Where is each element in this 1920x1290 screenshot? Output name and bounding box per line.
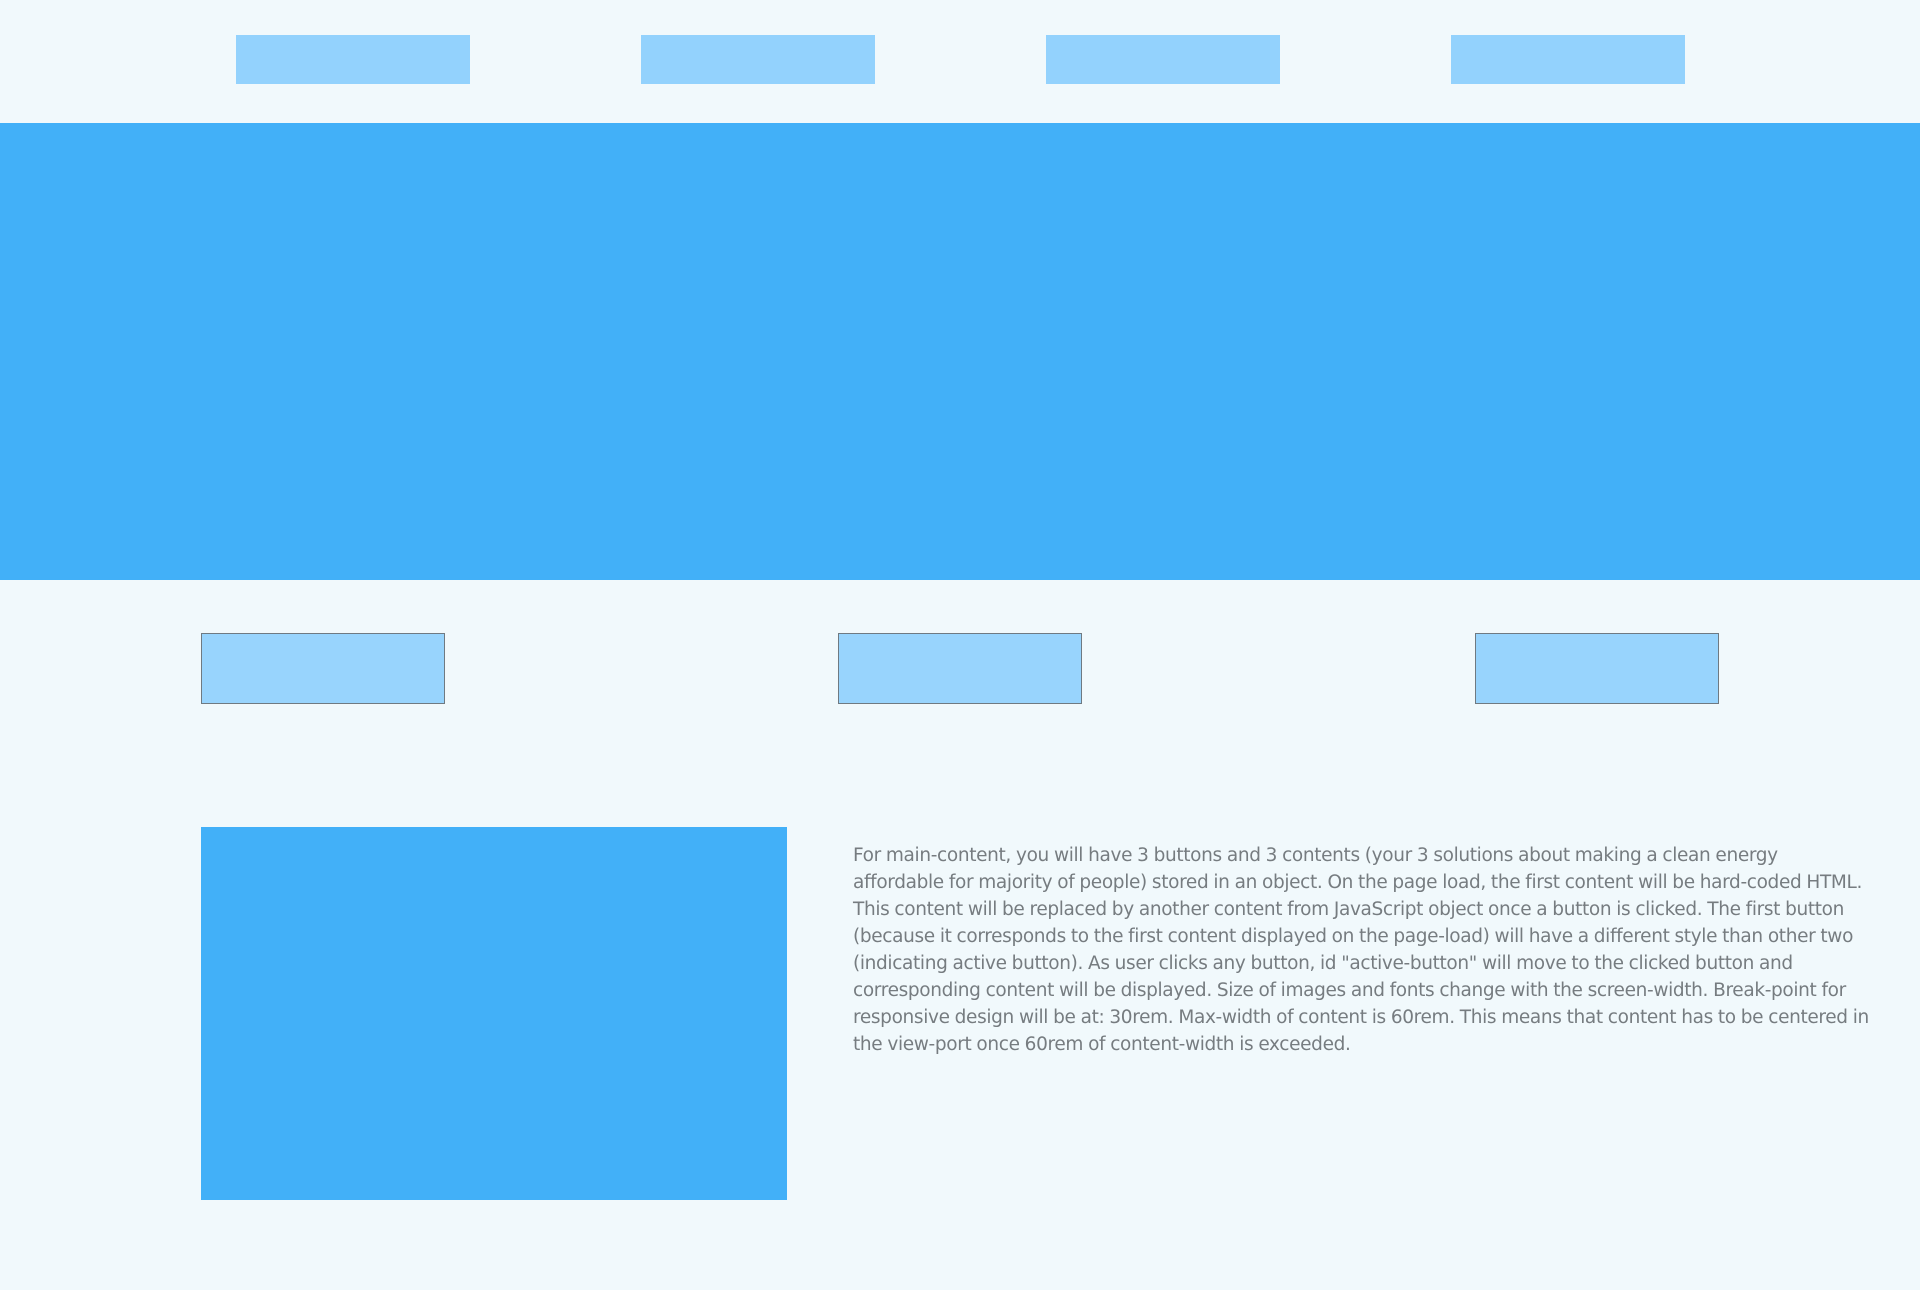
nav-item-1[interactable] bbox=[236, 35, 470, 84]
nav-item-2[interactable] bbox=[641, 35, 875, 84]
main-content-text: For main-content, you will have 3 button… bbox=[853, 845, 1869, 1055]
content-image-placeholder bbox=[201, 827, 787, 1200]
nav-item-4[interactable] bbox=[1451, 35, 1685, 84]
hero-banner bbox=[0, 123, 1920, 580]
nav-item-3[interactable] bbox=[1046, 35, 1280, 84]
content-button-3[interactable] bbox=[1475, 633, 1719, 704]
page: For main-content, you will have 3 button… bbox=[0, 0, 1920, 1290]
content-button-2[interactable] bbox=[838, 633, 1082, 704]
content-button-1[interactable] bbox=[201, 633, 445, 704]
top-navigation bbox=[0, 0, 1920, 123]
